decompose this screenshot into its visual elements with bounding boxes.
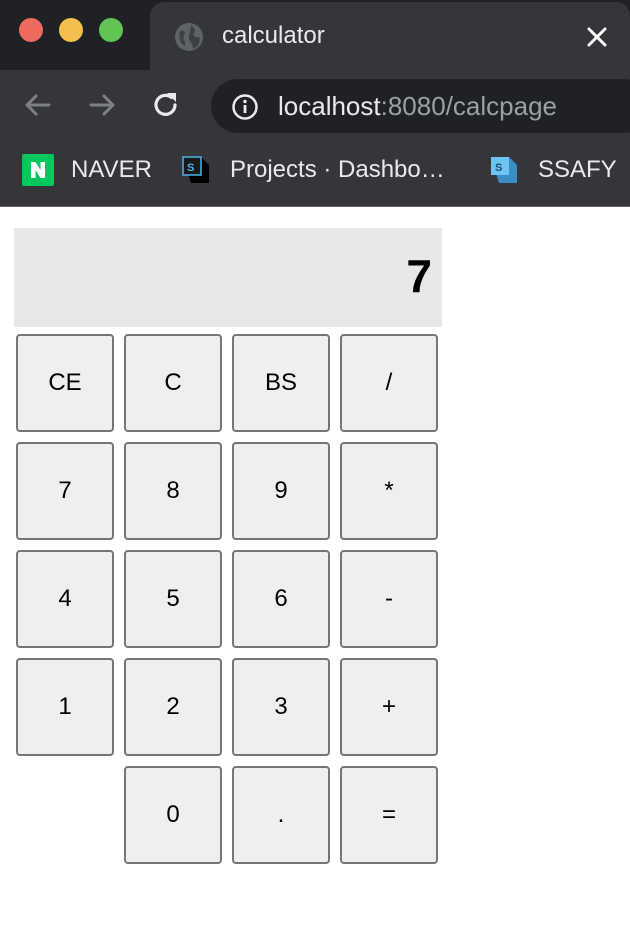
- back-icon[interactable]: [21, 88, 55, 122]
- bookmarks-bar: NAVER S Projects · Dashbo… S SSAFY: [0, 145, 630, 195]
- multiply-button[interactable]: *: [340, 442, 438, 540]
- digit-5-button[interactable]: 5: [124, 550, 222, 648]
- equals-button[interactable]: =: [340, 766, 438, 864]
- divide-button[interactable]: /: [340, 334, 438, 432]
- digit-2-button[interactable]: 2: [124, 658, 222, 756]
- globe-icon: [175, 23, 203, 51]
- naver-icon: [22, 154, 54, 186]
- info-icon[interactable]: [231, 93, 259, 121]
- toolbar-divider: [0, 206, 630, 207]
- display-value: 7: [406, 250, 432, 302]
- svg-text:S: S: [187, 162, 194, 174]
- add-button[interactable]: +: [340, 658, 438, 756]
- bookmark-ssafy[interactable]: S SSAFY: [470, 145, 630, 195]
- subtract-button[interactable]: -: [340, 550, 438, 648]
- clear-button[interactable]: C: [124, 334, 222, 432]
- digit-3-button[interactable]: 3: [232, 658, 330, 756]
- close-tab-icon[interactable]: [584, 24, 610, 50]
- bookmark-naver[interactable]: NAVER: [0, 145, 160, 195]
- url-path: :8080/calcpage: [380, 91, 557, 121]
- bookmark-label: Projects · Dashbo…: [230, 156, 445, 183]
- svg-text:S: S: [495, 162, 502, 174]
- ssafy-icon: S: [491, 157, 517, 183]
- clear-entry-button[interactable]: CE: [16, 334, 114, 432]
- bookmark-projects-dashboard[interactable]: S Projects · Dashbo…: [160, 145, 460, 195]
- address-bar[interactable]: localhost:8080/calcpage: [211, 79, 630, 133]
- project-icon: S: [182, 156, 209, 183]
- backspace-button[interactable]: BS: [232, 334, 330, 432]
- digit-1-button[interactable]: 1: [16, 658, 114, 756]
- url-text: localhost:8080/calcpage: [278, 89, 557, 123]
- close-window-button[interactable]: [19, 18, 43, 42]
- digit-4-button[interactable]: 4: [16, 550, 114, 648]
- tab-strip: calculator: [0, 0, 630, 70]
- bookmark-label: SSAFY: [538, 156, 617, 183]
- maximize-window-button[interactable]: [99, 18, 123, 42]
- calculator-display: 7: [14, 228, 442, 327]
- minimize-window-button[interactable]: [59, 18, 83, 42]
- reload-icon[interactable]: [149, 88, 183, 122]
- browser-chrome: calculator localhost:8080/calcpage NAVER…: [0, 0, 630, 207]
- bookmark-label: NAVER: [71, 156, 152, 183]
- tab-title: calculator: [222, 22, 325, 49]
- digit-6-button[interactable]: 6: [232, 550, 330, 648]
- digit-7-button[interactable]: 7: [16, 442, 114, 540]
- decimal-button[interactable]: .: [232, 766, 330, 864]
- tab-calculator[interactable]: calculator: [150, 2, 630, 70]
- digit-8-button[interactable]: 8: [124, 442, 222, 540]
- digit-9-button[interactable]: 9: [232, 442, 330, 540]
- digit-0-button[interactable]: 0: [124, 766, 222, 864]
- url-host: localhost: [278, 91, 381, 121]
- forward-icon[interactable]: [85, 88, 119, 122]
